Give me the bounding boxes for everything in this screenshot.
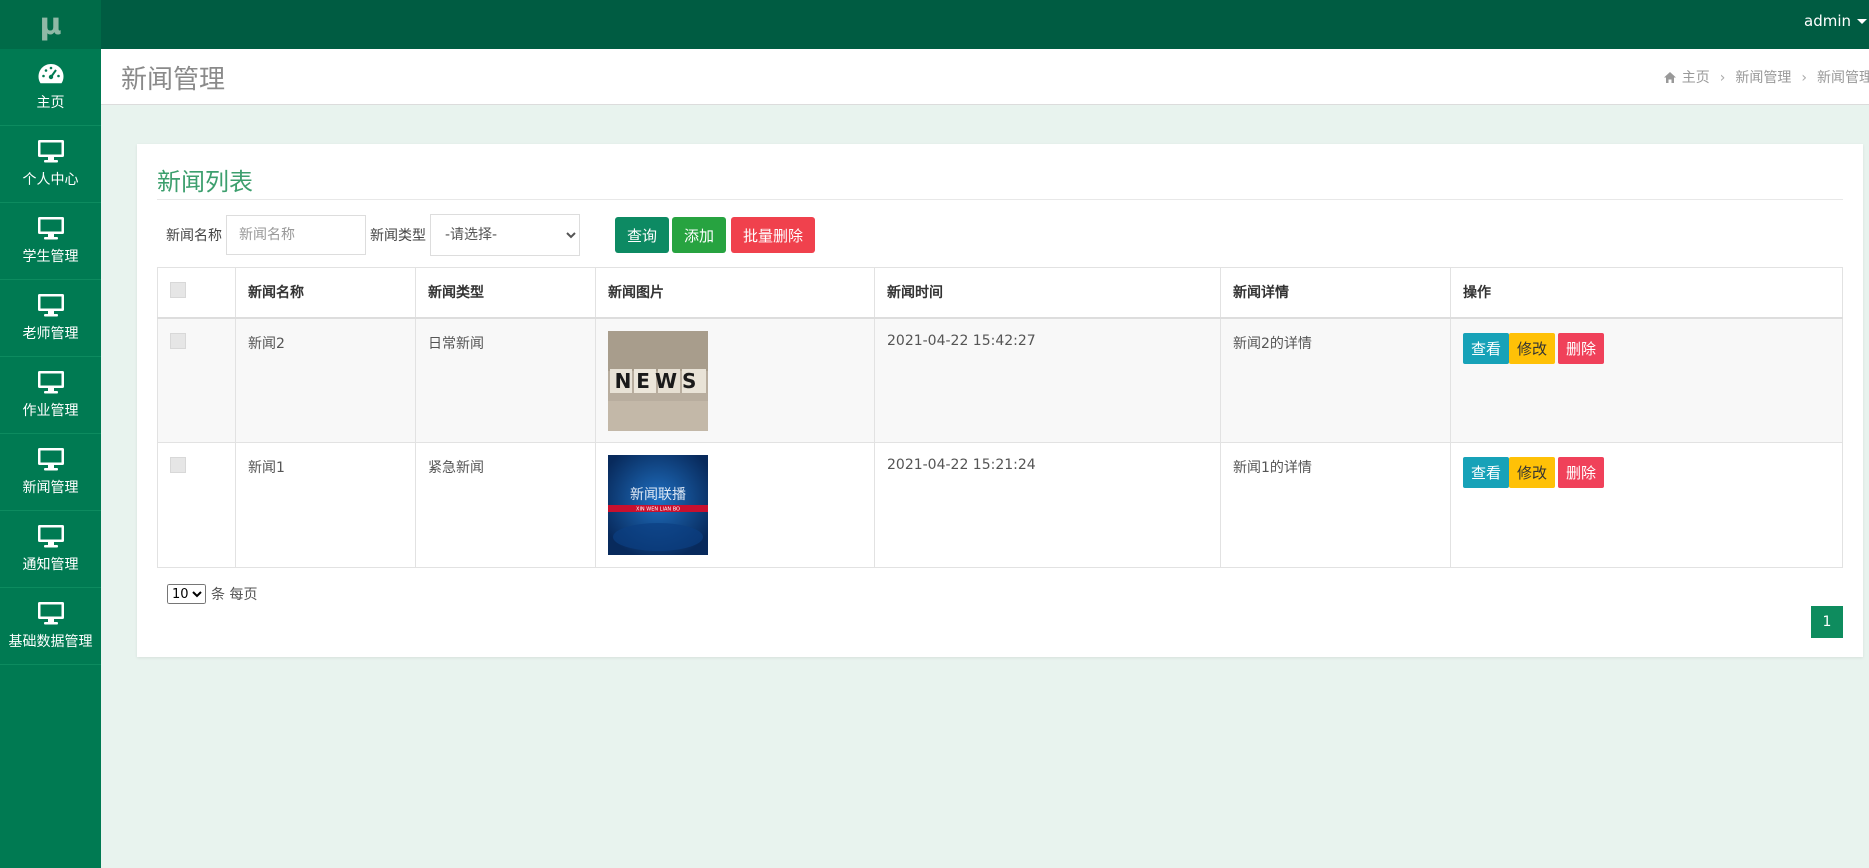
- page-title: 新闻管理: [121, 65, 226, 95]
- caret-down-icon: [1857, 19, 1867, 24]
- breadcrumb-separator-icon: ›: [1801, 70, 1807, 86]
- sidebar-item-teachers[interactable]: 老师管理: [0, 280, 101, 357]
- breadcrumb-home[interactable]: 主页: [1682, 70, 1710, 86]
- column-header: 新闻时间: [874, 267, 1221, 319]
- row-select-cell: [157, 442, 236, 568]
- add-button[interactable]: 添加: [672, 217, 727, 253]
- edit-button[interactable]: 修改: [1509, 332, 1556, 364]
- delete-button[interactable]: 删除: [1558, 457, 1605, 488]
- sidebar-item-label: 基础数据管理: [8, 634, 93, 650]
- news-blocks-image: NEWS: [608, 330, 708, 431]
- breadcrumb-separator-icon: ›: [1719, 70, 1726, 86]
- page-size-select[interactable]: 10: [167, 584, 206, 604]
- news-type-select[interactable]: -请选择-: [430, 214, 580, 256]
- sidebar-item-basic-data[interactable]: 基础数据管理: [0, 588, 101, 665]
- news-table: 新闻名称 新闻类型 新闻图片 新闻时间 新闻详情 操作 新闻2 日常新闻 NEW…: [157, 267, 1843, 568]
- news-time-cell: 2021-04-22 15:21:24: [874, 442, 1221, 568]
- column-header: 新闻详情: [1220, 267, 1451, 319]
- sidebar-item-home[interactable]: 主页: [0, 49, 101, 126]
- news-type-label: 新闻类型: [370, 228, 426, 244]
- search-form: 新闻名称 新闻类型 -请选择- 查询 添加 批量删除: [166, 214, 816, 256]
- sidebar-item-label: 老师管理: [22, 326, 79, 342]
- view-button[interactable]: 查看: [1463, 457, 1510, 488]
- sidebar-item-label: 作业管理: [22, 403, 79, 419]
- panel-title: 新闻列表: [157, 168, 253, 196]
- sidebar-item-notices[interactable]: 通知管理: [0, 511, 101, 588]
- sidebar-item-students[interactable]: 学生管理: [0, 203, 101, 280]
- news-name-label: 新闻名称: [166, 228, 222, 244]
- table-header-row: 新闻名称 新闻类型 新闻图片 新闻时间 新闻详情 操作: [157, 267, 1843, 319]
- view-button[interactable]: 查看: [1463, 332, 1510, 364]
- column-header: 操作: [1450, 267, 1843, 319]
- sidebar: μ 主页 个人中心 学生管理 老师管理 作业管理 新闻管理 通知管理 基础数据管…: [0, 0, 101, 868]
- page-header: 新闻管理 主页 › 新闻管理 › 新闻管理: [101, 49, 1869, 105]
- logo: μ: [0, 0, 101, 49]
- row-checkbox[interactable]: [170, 457, 186, 473]
- sidebar-item-news[interactable]: 新闻管理: [0, 434, 101, 511]
- table-row: 新闻2 日常新闻 NEWS 2021-04-22 15:42:27 新闻2的详情…: [157, 317, 1843, 443]
- edit-button[interactable]: 修改: [1509, 457, 1556, 488]
- news-time-cell: 2021-04-22 15:42:27: [874, 317, 1221, 443]
- top-bar: admin: [0, 0, 1869, 49]
- row-checkbox[interactable]: [170, 332, 186, 349]
- news-list-panel: 新闻列表 新闻名称 新闻类型 -请选择- 查询 添加 批量删除 新闻名称 新闻类…: [137, 144, 1863, 657]
- user-name: admin: [1804, 12, 1851, 30]
- select-all-checkbox[interactable]: [170, 282, 186, 299]
- news-detail-cell: 新闻1的详情: [1220, 442, 1451, 568]
- batch-delete-button[interactable]: 批量删除: [731, 217, 816, 253]
- news-block-letters: NEWS: [615, 369, 702, 393]
- news-name-input[interactable]: [226, 215, 366, 255]
- panel-divider: [157, 199, 1843, 200]
- page-number-button[interactable]: 1: [1811, 606, 1843, 638]
- table-row: 新闻1 紧急新闻 新闻联播 XIN WEN LIAN BO 2021-04-22…: [157, 442, 1843, 568]
- home-icon: [1663, 72, 1676, 83]
- column-header: 新闻类型: [415, 267, 596, 319]
- monitor-icon: [37, 602, 64, 625]
- news-name-cell: 新闻2: [235, 317, 416, 443]
- page-size-control: 10 条 每页: [167, 584, 257, 604]
- xwlb-chinese-text: 新闻联播: [630, 487, 686, 503]
- news-image-cell: 新闻联播 XIN WEN LIAN BO: [595, 442, 875, 568]
- news-type-cell: 日常新闻: [415, 317, 596, 443]
- actions-cell: 查看 修改 删除: [1450, 442, 1843, 568]
- sidebar-item-profile[interactable]: 个人中心: [0, 126, 101, 203]
- sidebar-item-label: 新闻管理: [22, 480, 79, 496]
- monitor-icon: [37, 294, 64, 317]
- sidebar-item-label: 主页: [36, 95, 65, 111]
- query-button[interactable]: 查询: [615, 217, 670, 253]
- sidebar-item-label: 个人中心: [22, 172, 79, 188]
- sidebar-item-label: 学生管理: [22, 249, 79, 265]
- monitor-icon: [37, 448, 64, 471]
- xinwen-lianbo-image: 新闻联播 XIN WEN LIAN BO: [608, 455, 708, 555]
- column-header: 新闻图片: [595, 267, 875, 319]
- news-detail-cell: 新闻2的详情: [1220, 317, 1451, 443]
- delete-button[interactable]: 删除: [1558, 332, 1605, 364]
- monitor-icon: [37, 525, 64, 548]
- breadcrumb: 主页 › 新闻管理 › 新闻管理: [1663, 67, 1869, 87]
- xwlb-pinyin-text: XIN WEN LIAN BO: [636, 507, 680, 513]
- dashboard-icon: [38, 64, 63, 84]
- breadcrumb-current: 新闻管理: [1817, 70, 1869, 86]
- column-header: 新闻名称: [235, 267, 416, 319]
- news-name-cell: 新闻1: [235, 442, 416, 568]
- monitor-icon: [37, 140, 64, 163]
- select-all-cell: [157, 267, 236, 319]
- page-size-suffix: 条 每页: [211, 587, 258, 603]
- breadcrumb-news[interactable]: 新闻管理: [1735, 70, 1791, 86]
- news-image-cell: NEWS: [595, 317, 875, 443]
- monitor-icon: [37, 371, 64, 394]
- sidebar-item-homework[interactable]: 作业管理: [0, 357, 101, 434]
- news-type-cell: 紧急新闻: [415, 442, 596, 568]
- user-menu[interactable]: admin: [1804, 12, 1867, 30]
- row-select-cell: [157, 317, 236, 443]
- sidebar-item-label: 通知管理: [22, 557, 79, 573]
- actions-cell: 查看 修改 删除: [1450, 317, 1843, 443]
- monitor-icon: [37, 217, 64, 240]
